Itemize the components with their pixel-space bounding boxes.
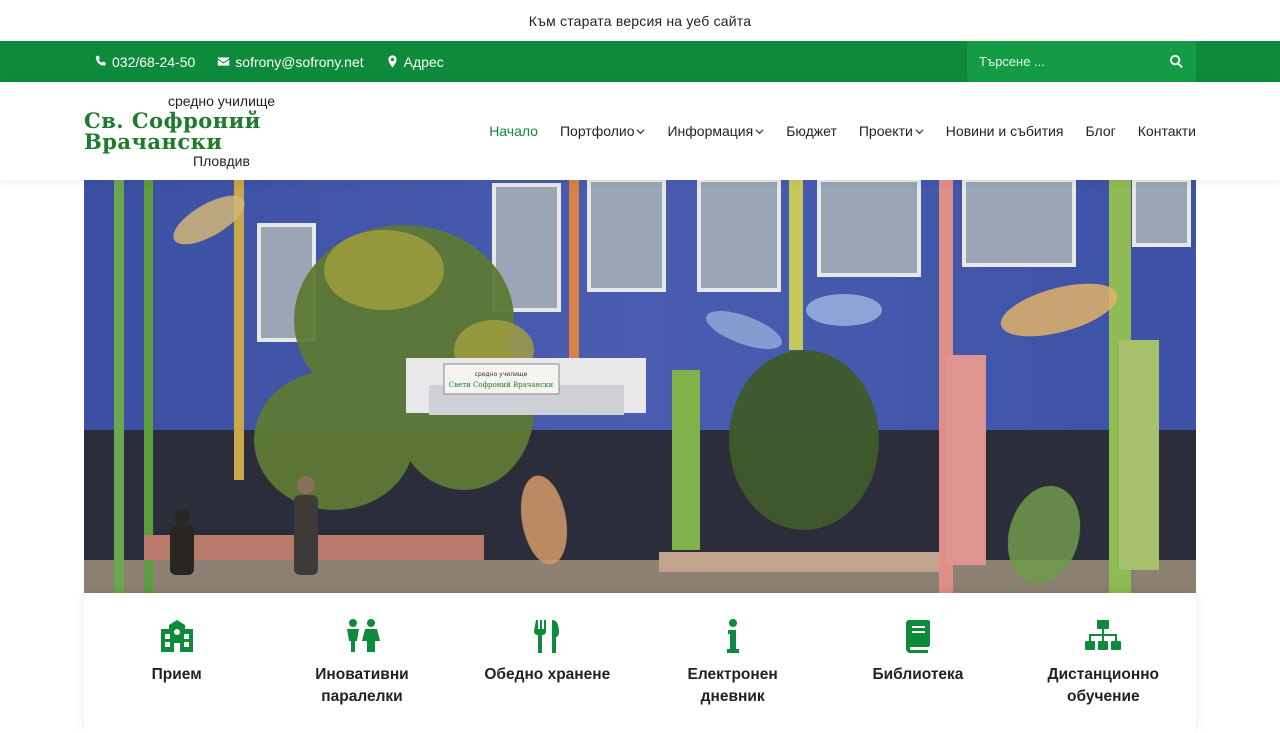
network-icon bbox=[1085, 620, 1122, 650]
card-distance-learning[interactable]: Дистанционно обучение bbox=[1011, 619, 1196, 733]
phone-number: 032/68-24-50 bbox=[112, 53, 196, 70]
hero-sign-line2: Свети Софроний Врачански bbox=[449, 381, 554, 389]
old-version-link[interactable]: Към старата версия на уеб сайта bbox=[529, 13, 751, 29]
old-version-bar: Към старата версия на уеб сайта bbox=[0, 0, 1280, 41]
search-input[interactable] bbox=[979, 54, 1149, 69]
utensils-icon bbox=[534, 620, 560, 653]
phone-icon bbox=[95, 55, 106, 66]
nav-label: Проекти bbox=[858, 123, 913, 139]
card-label: Прием bbox=[151, 666, 202, 683]
logo-bottom-text: Пловдив bbox=[193, 153, 250, 169]
search-icon[interactable] bbox=[1169, 54, 1184, 69]
email-link[interactable]: sofrony@sofrony.net bbox=[217, 53, 364, 70]
chevron-down-icon bbox=[755, 128, 764, 134]
nav-item-information[interactable]: Информация bbox=[667, 123, 764, 139]
logo-main-text: Св. Софроний Врачански bbox=[84, 108, 261, 154]
card-e-diary[interactable]: Електронен дневник bbox=[640, 619, 825, 733]
card-label: Обедно хранене bbox=[484, 666, 611, 683]
main-nav: Начало Портфолио Информация Бюджет Проек… bbox=[489, 123, 1196, 139]
chevron-down-icon bbox=[637, 128, 645, 134]
quick-links-panel: Прием Иновативни паралелки Обедно хранен… bbox=[84, 593, 1196, 733]
card-lunch[interactable]: Обедно хранене bbox=[455, 619, 640, 733]
email-address: sofrony@sofrony.net bbox=[235, 53, 364, 70]
nav-item-blog[interactable]: Блог bbox=[1086, 123, 1116, 139]
nav-item-contacts[interactable]: Контакти bbox=[1138, 123, 1196, 139]
nav-item-portfolio[interactable]: Портфолио bbox=[560, 123, 646, 139]
hero-image: средно училище Свети Софроний Врачански bbox=[84, 180, 1196, 593]
card-innovative-classes[interactable]: Иновативни паралелки bbox=[269, 619, 454, 733]
contact-list: 032/68-24-50 sofrony@sofrony.net Адрес bbox=[94, 54, 444, 70]
top-contact-bar: 032/68-24-50 sofrony@sofrony.net Адрес bbox=[0, 41, 1280, 82]
card-library[interactable]: Библиотека bbox=[825, 619, 1010, 733]
nav-label: Портфолио bbox=[559, 123, 635, 139]
nav-label: Начало bbox=[489, 123, 538, 139]
address-label: Адрес bbox=[403, 53, 444, 70]
chevron-down-icon bbox=[915, 128, 924, 134]
nav-item-projects[interactable]: Проекти bbox=[859, 123, 924, 139]
site-header: средно училище Св. Софроний Врачански Пл… bbox=[0, 82, 1280, 180]
nav-item-home[interactable]: Начало bbox=[489, 123, 538, 139]
nav-label: Бюджет bbox=[786, 123, 837, 139]
card-label: Дистанционно обучение bbox=[1047, 666, 1160, 705]
card-label: Иновативни паралелки bbox=[315, 666, 409, 705]
school-logo[interactable]: средно училище Св. Софроний Врачански Пл… bbox=[84, 94, 359, 168]
card-admission[interactable]: Прием bbox=[84, 619, 269, 733]
search-box bbox=[967, 41, 1196, 82]
school-building-illustration: средно училище Свети Софроний Врачански bbox=[84, 180, 1196, 593]
phone-link[interactable]: 032/68-24-50 bbox=[94, 54, 195, 70]
nav-label: Блог bbox=[1085, 123, 1116, 139]
envelope-icon bbox=[218, 57, 230, 66]
logo-top-text: средно училище bbox=[167, 93, 276, 109]
nav-item-budget[interactable]: Бюджет bbox=[786, 123, 837, 139]
address-link[interactable]: Адрес bbox=[386, 54, 444, 70]
school-icon bbox=[160, 620, 193, 652]
card-label: Електронен дневник bbox=[687, 666, 778, 705]
nav-label: Информация bbox=[667, 123, 754, 139]
map-marker-icon bbox=[388, 55, 397, 68]
nav-item-news[interactable]: Новини и събития bbox=[946, 123, 1064, 139]
nav-label: Новини и събития bbox=[945, 123, 1064, 139]
children-icon bbox=[346, 619, 380, 652]
info-icon bbox=[726, 619, 739, 653]
card-label: Библиотека bbox=[872, 666, 964, 683]
nav-label: Контакти bbox=[1137, 123, 1196, 139]
hero-sign-line1: средно училище bbox=[475, 371, 528, 378]
book-icon bbox=[905, 620, 930, 653]
